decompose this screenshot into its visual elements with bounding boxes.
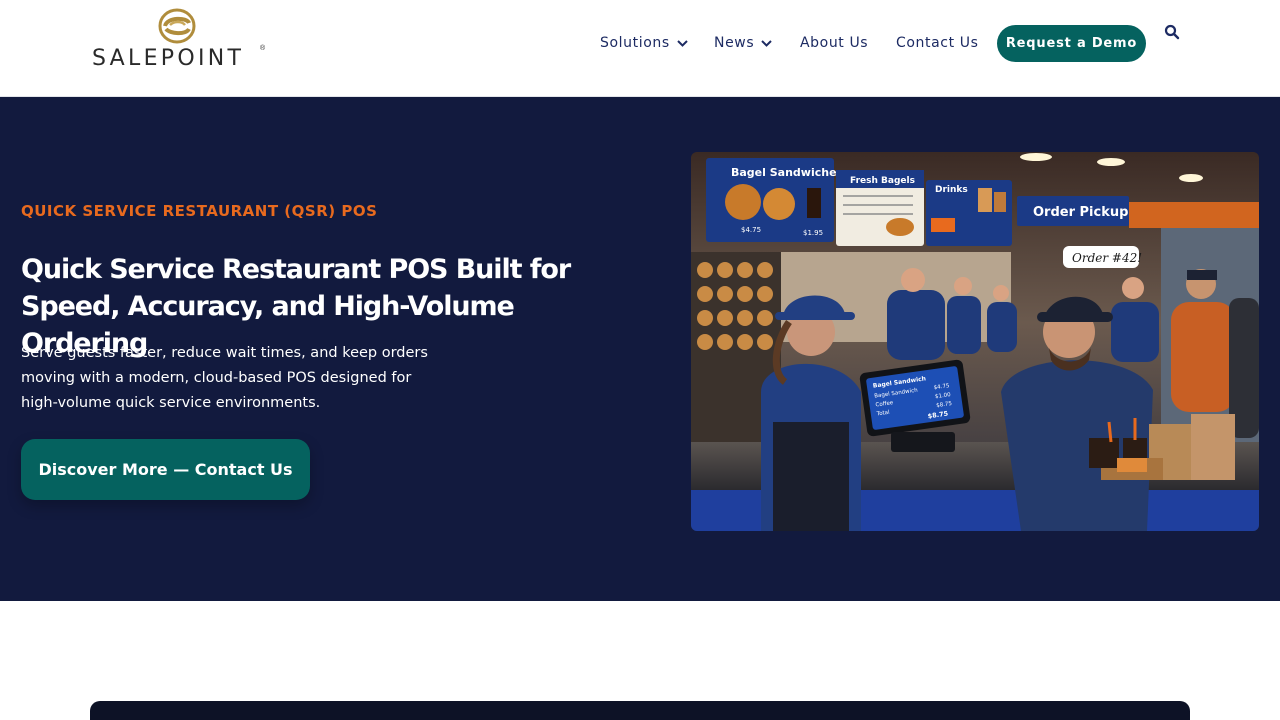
nav-contact-us[interactable]: Contact Us — [896, 35, 978, 51]
order-callout-bubble: Order #42! — [1072, 251, 1142, 265]
next-section-panel — [90, 701, 1190, 720]
logo-wordmark: SALEPOINT — [92, 46, 245, 71]
salepoint-logo[interactable]: SALEPOINT ® — [92, 8, 268, 71]
nav-about-us[interactable]: About Us — [800, 35, 868, 51]
hero-eyebrow: QUICK SERVICE RESTAURANT (QSR) POS — [21, 202, 378, 220]
menu-board-1-title: Bagel Sandwiches — [731, 166, 844, 179]
discover-more-contact-button[interactable]: Discover More — Contact Us — [21, 439, 310, 500]
hero-image-qsr-counter: Bagel Sandwiches $4.75 $1.95 Fresh Bagel… — [691, 152, 1259, 531]
logo-swirl-icon — [158, 8, 196, 44]
nav-solutions[interactable]: Solutions — [600, 35, 688, 51]
nav-solutions-label: Solutions — [600, 35, 670, 51]
restaurant-scene-illustration: Bagel Sandwiches $4.75 $1.95 Fresh Bagel… — [691, 152, 1259, 531]
menu-board-2-title: Fresh Bagels — [850, 176, 915, 186]
request-demo-button[interactable]: Request a Demo — [997, 25, 1146, 62]
hero-subtext: Serve guests faster, reduce wait times, … — [21, 345, 428, 411]
search-icon[interactable] — [1164, 24, 1180, 40]
nav-news-label: News — [714, 35, 755, 51]
nav-contact-label: Contact Us — [896, 35, 979, 51]
hero-section: QUICK SERVICE RESTAURANT (QSR) POS Quick… — [0, 97, 1280, 601]
nav-about-label: About Us — [800, 35, 869, 51]
order-pickup-sign: Order Pickup — [1033, 205, 1128, 220]
registered-mark: ® — [260, 45, 266, 52]
chevron-down-icon — [761, 39, 772, 47]
site-header: SALEPOINT ® Solutions News About Us Cont… — [0, 0, 1280, 97]
menu-board-3-title: Drinks — [935, 185, 968, 195]
nav-news[interactable]: News — [714, 35, 772, 51]
menu-board-1-price-a: $4.75 — [741, 226, 761, 234]
chevron-down-icon — [677, 39, 688, 47]
menu-board-1-price-b: $1.95 — [803, 229, 823, 237]
